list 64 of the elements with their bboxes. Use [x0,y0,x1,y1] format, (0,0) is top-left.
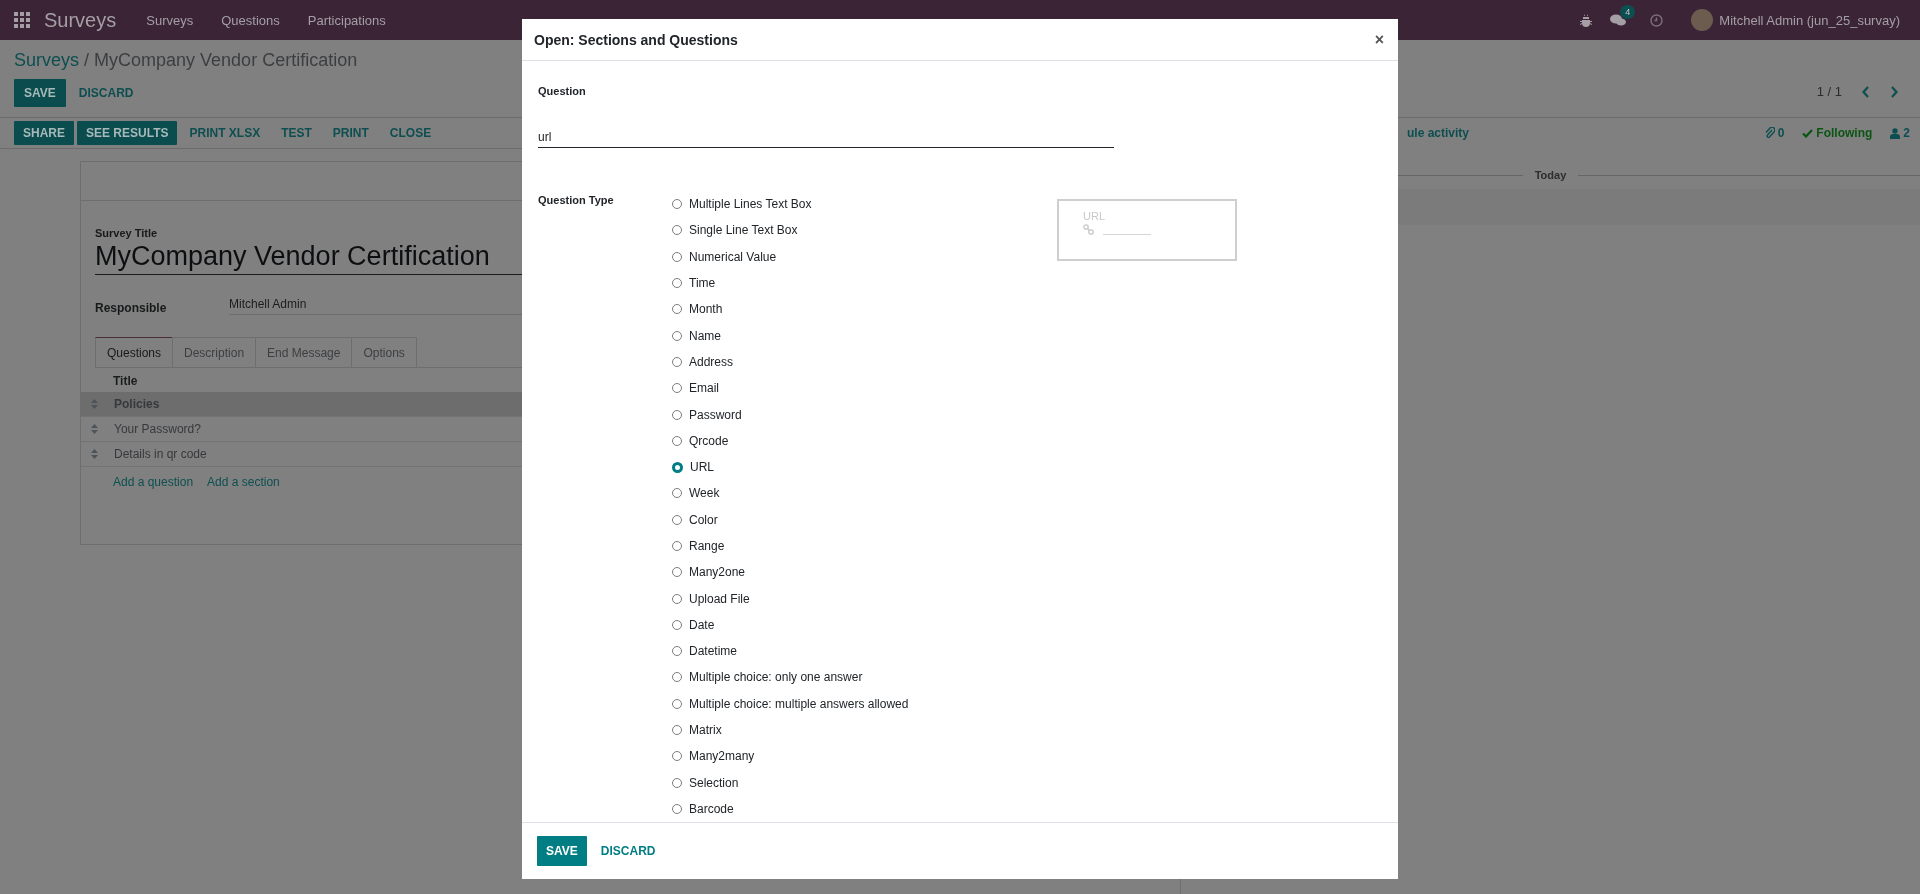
radio-label[interactable]: Time [689,276,716,291]
breadcrumb-current: MyCompany Vendor Certification [94,50,358,71]
radio-label[interactable]: Color [689,512,718,527]
radio-label[interactable]: Email [689,381,719,396]
dialog-button[interactable]: SAVE [537,836,587,866]
form-button[interactable]: SAVE [14,79,66,107]
drag-handle-icon[interactable] [91,399,98,409]
radio-label[interactable]: Numerical Value [689,249,777,264]
radio-label[interactable]: Barcode [689,801,734,816]
radio-label[interactable]: Matrix [689,723,722,738]
radio-label[interactable]: Address [689,354,734,369]
question-input-field[interactable]: url [538,130,1114,148]
link-icon [1083,224,1094,235]
radio-label[interactable]: Multiple choice: only one answer [689,670,863,685]
radio-label[interactable]: Multiple Lines Text Box [689,197,812,212]
paperclip-icon[interactable] [1764,127,1775,139]
drag-handle-icon[interactable] [91,424,98,434]
action-button[interactable]: SHARE [14,121,74,145]
menu-item[interactable]: Participations [307,12,386,28]
radio-button[interactable] [672,461,683,473]
radio-label[interactable]: Many2one [689,565,746,580]
radio-label[interactable]: Datetime [689,644,738,659]
column-header: Title [113,374,138,388]
action-button[interactable]: SEE RESULTS [77,121,178,145]
drag-handle-icon[interactable] [91,449,98,459]
check-icon [1802,128,1814,138]
form-tab[interactable]: Questions [95,337,174,367]
radio-label[interactable]: Qrcode [689,433,729,448]
radio-label[interactable]: Upload File [689,591,750,606]
app-name[interactable]: Surveys [44,8,117,32]
close-button[interactable]: × [1372,30,1386,49]
radio-label[interactable]: Name [689,328,721,343]
message-count-badge: 4 [1620,4,1636,19]
menu-item[interactable]: Surveys [146,12,194,28]
radio-label[interactable]: Date [689,617,715,632]
menu-item[interactable]: Questions [221,12,280,28]
user-name[interactable]: Mitchell Admin (jun_25_survay) [1719,12,1900,28]
bug-icon[interactable] [1580,13,1593,27]
clock-icon[interactable] [1650,13,1664,27]
radio-label[interactable]: Password [689,407,742,422]
radio-label[interactable]: Month [689,302,723,317]
field-label: Responsible [95,301,168,315]
radio-label[interactable]: URL [690,460,714,475]
breadcrumb-separator: / [84,50,90,71]
radio-label[interactable]: Week [689,486,720,501]
radio-label[interactable]: Multiple choice: multiple answers allowed [689,696,909,711]
field-label: Question Type [538,194,615,208]
person-icon [1890,127,1901,139]
date-divider: Today [1534,169,1567,181]
dialog-button[interactable]: DISCARD [590,837,666,865]
user-avatar[interactable] [1691,9,1714,31]
field-label: Question [538,85,587,97]
chevron-left-icon[interactable] [1862,85,1870,98]
radio-label[interactable]: Single Line Text Box [689,223,798,238]
row-title: Your Password? [114,422,201,436]
field-label: Survey Title [95,227,158,239]
dialog-title: Open: Sections and Questions [534,31,738,48]
radio-label[interactable]: Selection [689,775,739,790]
app-grid-icon[interactable] [14,12,30,28]
chevron-right-icon[interactable] [1890,85,1898,98]
row-title: Details in qr code [114,447,207,461]
pager-text: 1 / 1 [1816,84,1842,99]
radio-label[interactable]: Range [689,539,725,553]
radio-label[interactable]: Many2many [689,749,755,764]
